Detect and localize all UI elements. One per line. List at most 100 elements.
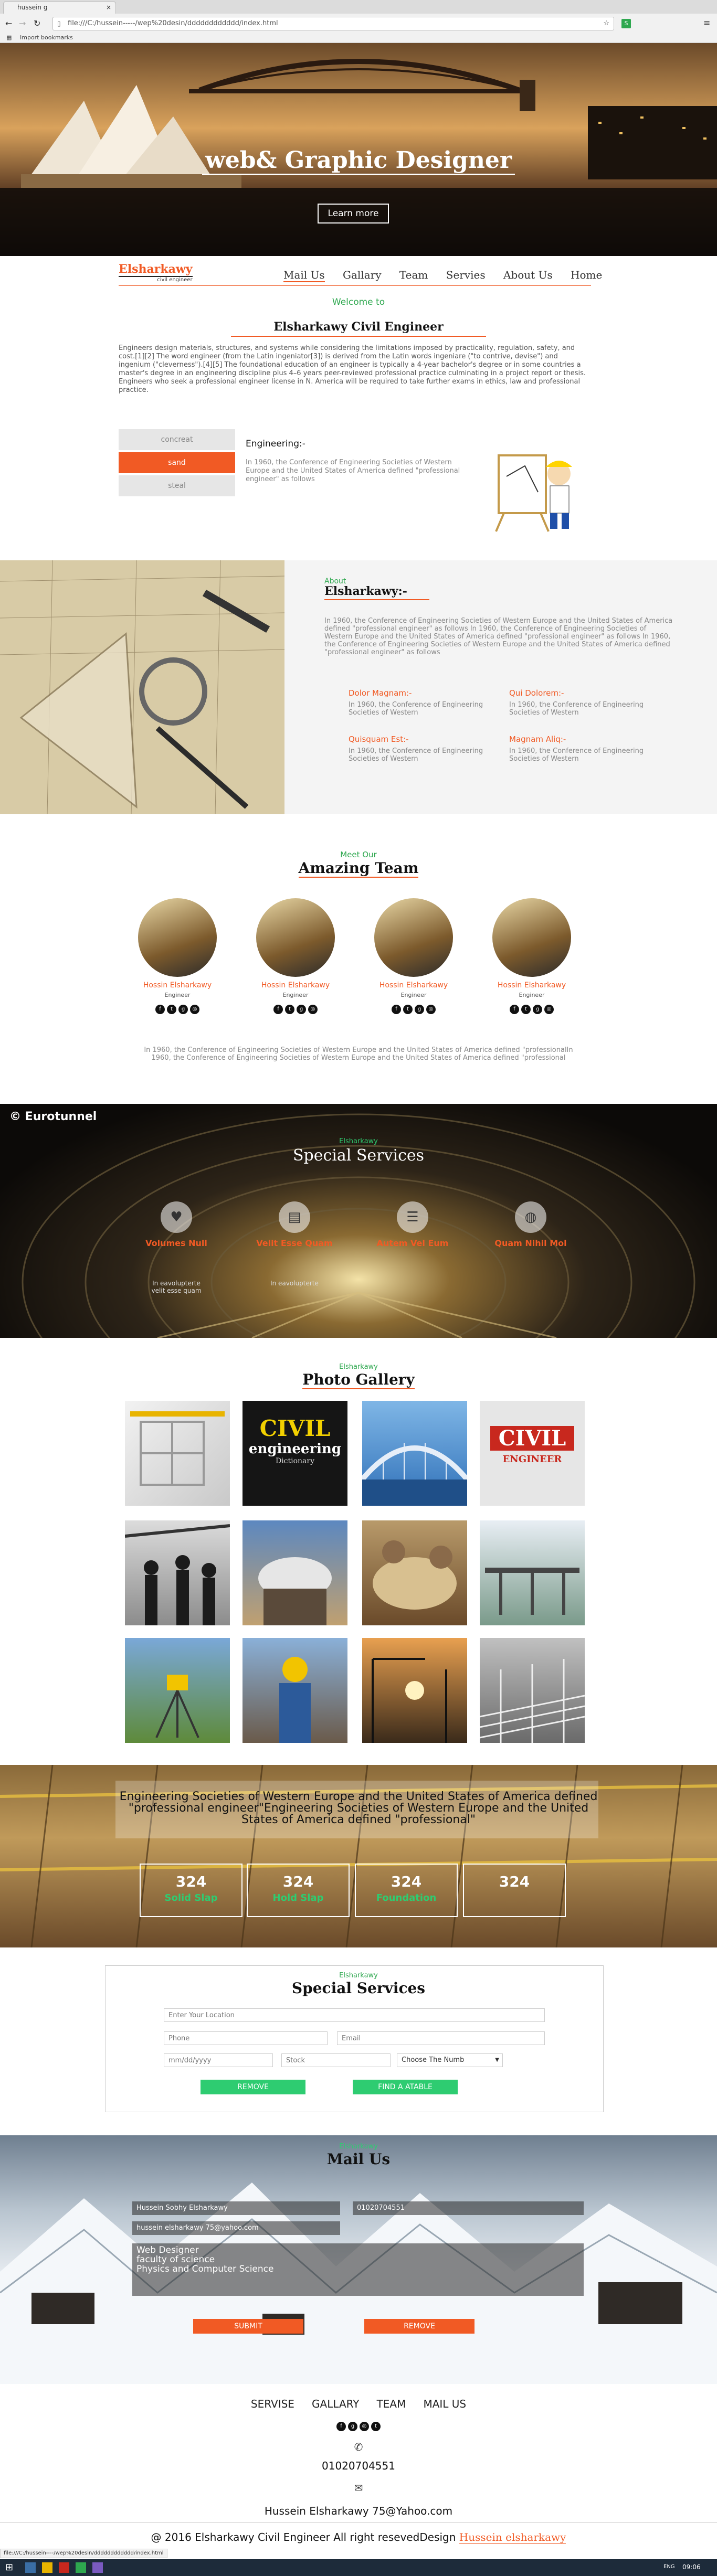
number-select[interactable]: Choose The Numb ▼ <box>397 2053 503 2067</box>
gallery-tile-text: engineering <box>248 1441 342 1457</box>
tab-heading: Engineering:- <box>246 439 305 449</box>
message-line: faculty of science <box>136 2254 215 2265</box>
submit-button[interactable]: SUBMIT <box>193 2319 303 2334</box>
service-item: ☰ Autem Vel Eum <box>371 1201 455 1280</box>
gallery-image[interactable] <box>480 1638 585 1743</box>
gallery-image[interactable] <box>362 1638 467 1743</box>
twitter-icon[interactable]: t <box>521 1005 531 1014</box>
gallery-image[interactable] <box>362 1401 467 1506</box>
facebook-icon[interactable]: f <box>510 1005 519 1014</box>
phone-field[interactable]: 01020704551 <box>353 2201 584 2215</box>
member-role: Engineer <box>164 992 191 998</box>
gallery-image[interactable] <box>362 1520 467 1625</box>
instagram-icon[interactable]: ◎ <box>426 1005 436 1014</box>
nav-home[interactable]: Home <box>571 269 602 281</box>
tab-concreat[interactable]: concreat <box>119 429 235 450</box>
learn-more-button[interactable]: Learn more <box>318 204 389 223</box>
google-plus-icon[interactable]: g <box>533 1005 542 1014</box>
remove-mail-button[interactable]: REMOVE <box>364 2319 475 2334</box>
google-plus-icon[interactable]: g <box>297 1005 306 1014</box>
email-field[interactable]: hussein elsharkawy 75@yahoo.com <box>132 2221 340 2235</box>
browser-tab[interactable]: hussein g × <box>3 1 116 14</box>
gallery-image[interactable] <box>125 1520 230 1625</box>
nav-team[interactable]: Team <box>399 269 428 281</box>
heart-icon: ♥ <box>161 1201 192 1233</box>
google-plus-icon[interactable]: g <box>348 2422 357 2431</box>
stat-label: Foundation <box>376 1892 437 1903</box>
gallery-tile-text: CIVIL <box>259 1415 331 1441</box>
team-kicker: Meet Our <box>340 850 377 859</box>
about-feature: Quisquam Est:- In 1960, the Conference o… <box>349 735 490 763</box>
gallery-image[interactable] <box>125 1401 230 1506</box>
star-icon[interactable]: ☆ <box>603 17 609 30</box>
tab-sand[interactable]: sand <box>119 452 235 473</box>
book-icon: ▤ <box>279 1201 310 1233</box>
footer-nav-team[interactable]: TEAM <box>377 2398 406 2410</box>
taskbar-language[interactable]: ENG <box>663 2564 675 2570</box>
reload-icon[interactable]: ↻ <box>34 18 40 28</box>
instagram-icon[interactable]: ◎ <box>190 1005 199 1014</box>
extension-icon[interactable]: S <box>621 19 631 28</box>
find-table-button[interactable]: FIND A ATABLE <box>353 2080 458 2094</box>
gallery-image[interactable] <box>242 1638 347 1743</box>
taskbar-clock[interactable]: 09:06 <box>682 2563 701 2571</box>
team-member: Hossin Elsharkawy Engineer f t g ◎ <box>372 898 456 1014</box>
facebook-icon[interactable]: f <box>392 1005 401 1014</box>
gallery-kicker: Elsharkawy <box>339 1363 378 1371</box>
phone-input[interactable] <box>164 2031 328 2045</box>
taskbar-app-icon[interactable] <box>25 2562 36 2573</box>
services-title: Special Services <box>292 1146 425 1165</box>
google-plus-icon[interactable]: g <box>178 1005 188 1014</box>
nav-gallary[interactable]: Gallary <box>343 269 381 281</box>
back-icon[interactable]: ← <box>5 18 12 28</box>
bookmark-import[interactable]: Import bookmarks <box>20 34 73 41</box>
nav-servies[interactable]: Servies <box>446 269 486 281</box>
facebook-icon[interactable]: f <box>336 2422 346 2431</box>
taskbar-app-icon[interactable] <box>42 2562 52 2573</box>
forward-icon[interactable]: → <box>19 18 26 28</box>
taskbar-app-icon[interactable] <box>76 2562 86 2573</box>
designer-link[interactable]: Hussein elsharkawy <box>459 2531 566 2544</box>
footer-nav-mail-us[interactable]: MAIL US <box>423 2398 466 2410</box>
team-title: Amazing Team <box>298 859 419 878</box>
gallery-image[interactable]: CIVIL ENGINEER <box>480 1401 585 1506</box>
gallery-image[interactable] <box>480 1520 585 1625</box>
feature-text: In 1960, the Conference of Engineering S… <box>509 747 644 763</box>
location-input[interactable] <box>164 2008 545 2022</box>
instagram-icon[interactable]: ◎ <box>308 1005 318 1014</box>
gallery-image[interactable] <box>125 1638 230 1743</box>
twitter-icon[interactable]: t <box>371 2422 381 2431</box>
email-input[interactable] <box>337 2031 545 2045</box>
twitter-icon[interactable]: t <box>285 1005 294 1014</box>
date-input[interactable] <box>164 2053 273 2067</box>
taskbar-app-icon[interactable] <box>92 2562 103 2573</box>
message-textarea[interactable]: Web Designer faculty of science Physics … <box>132 2243 584 2296</box>
nav-about-us[interactable]: About Us <box>503 269 553 281</box>
tab-steal[interactable]: steal <box>119 475 235 496</box>
start-icon[interactable]: ⊞ <box>5 2562 13 2573</box>
facebook-icon[interactable]: f <box>273 1005 283 1014</box>
hero-title: web& Graphic Designer <box>202 147 515 175</box>
service-text: In eavolupterte <box>270 1280 319 1287</box>
welcome-title-underline <box>231 336 486 337</box>
nav-mail-us[interactable]: Mail Us <box>283 269 325 282</box>
twitter-icon[interactable]: t <box>403 1005 413 1014</box>
instagram-icon[interactable]: ◎ <box>544 1005 554 1014</box>
footer-nav-gallary[interactable]: GALLARY <box>312 2398 359 2410</box>
google-plus-icon[interactable]: g <box>415 1005 424 1014</box>
twitter-icon[interactable]: t <box>167 1005 176 1014</box>
instagram-icon[interactable]: ◎ <box>360 2422 369 2431</box>
logo[interactable]: Elsharkawy civil engineer <box>119 262 193 283</box>
stock-input[interactable] <box>281 2053 391 2067</box>
taskbar-app-icon[interactable] <box>59 2562 69 2573</box>
remove-button[interactable]: REMOVE <box>201 2080 305 2094</box>
gallery-image[interactable]: CIVIL engineering Dictionary <box>242 1401 347 1506</box>
apps-icon[interactable]: ▦ <box>6 33 12 43</box>
footer-nav-servise[interactable]: SERVISE <box>251 2398 294 2410</box>
gallery-image[interactable] <box>242 1520 347 1625</box>
facebook-icon[interactable]: f <box>155 1005 165 1014</box>
menu-icon[interactable]: ≡ <box>703 18 710 28</box>
name-field[interactable]: Hussein Sobhy Elsharkawy <box>132 2201 340 2215</box>
address-bar[interactable]: ▯ file:///C:/hussein-----/wep%20desin/dd… <box>52 17 614 30</box>
close-icon[interactable]: × <box>106 2 111 13</box>
